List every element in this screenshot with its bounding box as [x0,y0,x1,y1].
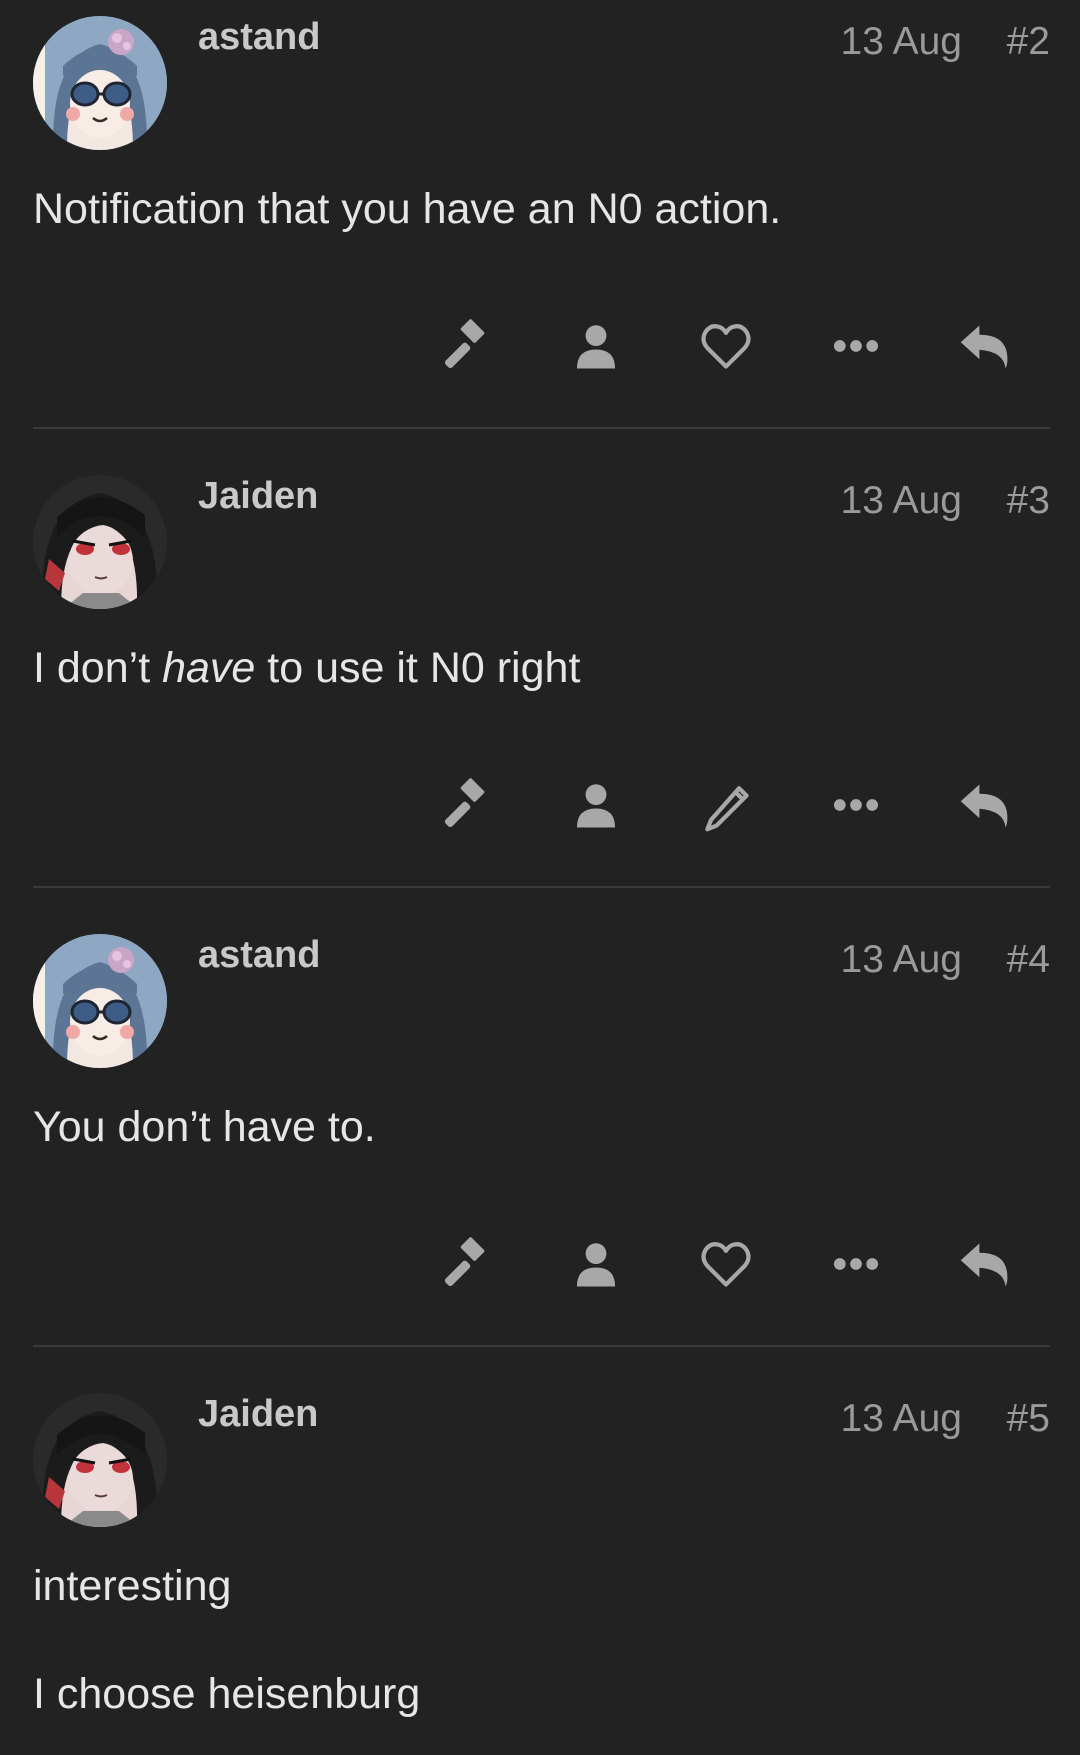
user-icon[interactable] [566,1234,626,1294]
hammer-icon[interactable] [436,1234,496,1294]
reply-icon[interactable] [955,1234,1015,1294]
reply-icon[interactable] [955,775,1015,835]
avatar[interactable] [33,1393,167,1527]
avatar[interactable] [33,16,167,150]
post-body-end: to use it N0 right [255,644,581,692]
reply-icon[interactable] [955,316,1015,376]
post-body: interesting [33,1562,232,1610]
divider [33,886,1050,888]
post-5: Jaiden 13 Aug #5 interesting I choose he… [0,1377,1080,1755]
post-3: Jaiden 13 Aug #3 I don’t have to use it … [0,459,1080,918]
username[interactable]: astand [198,934,320,977]
post-body-start: I don’t [33,644,163,692]
post-2: astand 13 Aug #2 Notification that you h… [0,0,1080,459]
post-number[interactable]: #3 [1007,479,1050,523]
post-date[interactable]: 13 Aug [841,1397,962,1441]
username[interactable]: astand [198,16,320,59]
user-icon[interactable] [566,316,626,376]
divider [33,1345,1050,1347]
post-date[interactable]: 13 Aug [841,20,962,64]
more-dots-icon[interactable] [826,1234,886,1294]
post-actions [0,316,1080,376]
avatar[interactable] [33,475,167,609]
post-body-line-2: I choose heisenburg [33,1670,421,1718]
more-dots-icon[interactable] [826,775,886,835]
post-body: You don’t have to. [33,1103,376,1151]
post-actions [0,1234,1080,1294]
username[interactable]: Jaiden [198,475,318,518]
heart-icon[interactable] [696,316,756,376]
heart-icon[interactable] [696,1234,756,1294]
post-date[interactable]: 13 Aug [841,938,962,982]
post-number[interactable]: #2 [1007,20,1050,64]
more-dots-icon[interactable] [826,316,886,376]
post-number[interactable]: #4 [1007,938,1050,982]
avatar[interactable] [33,934,167,1068]
post-number[interactable]: #5 [1007,1397,1050,1441]
post-body: I don’t have to use it N0 right [33,644,580,693]
post-body-emphasis: have [162,644,256,692]
user-icon[interactable] [566,775,626,835]
pencil-icon[interactable] [696,775,756,835]
post-actions [0,775,1080,835]
username[interactable]: Jaiden [198,1393,318,1436]
divider [33,427,1050,429]
post-4: astand 13 Aug #4 You don’t have to. [0,918,1080,1377]
post-body: Notification that you have an N0 action. [33,185,782,233]
hammer-icon[interactable] [436,775,496,835]
post-date[interactable]: 13 Aug [841,479,962,523]
hammer-icon[interactable] [436,316,496,376]
